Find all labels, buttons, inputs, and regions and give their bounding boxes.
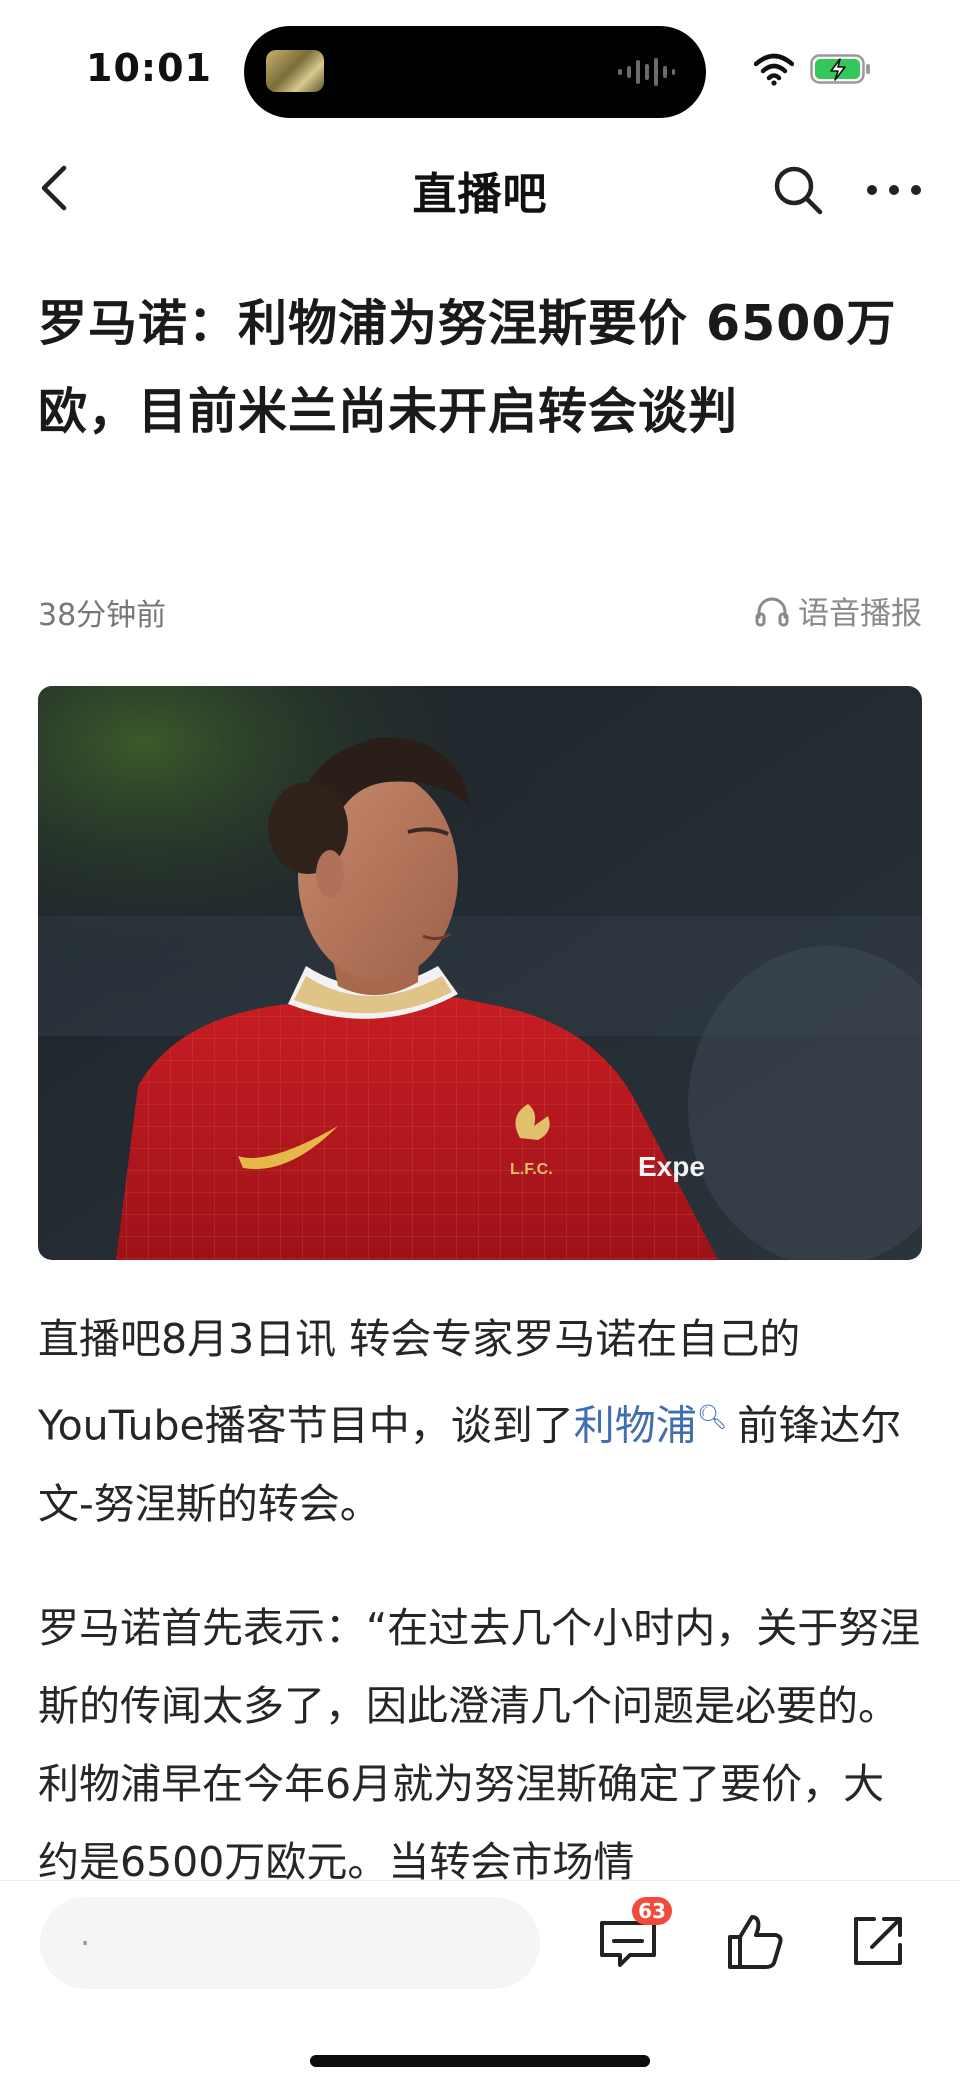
audio-broadcast-label: 语音播报 — [798, 596, 922, 632]
team-link-liverpool[interactable]: 利物浦 — [574, 1402, 697, 1450]
more-dots-icon[interactable] — [862, 162, 926, 218]
sponsor-text: Expe — [638, 1151, 705, 1182]
player-photo: L.F.C. Expe — [38, 686, 922, 1260]
article-paragraph-1: 直播吧8月3日讯 转会专家罗马诺在自己的YouTube播客节目中，谈到了利物浦🔍… — [38, 1300, 922, 1543]
battery-charging-icon — [810, 54, 870, 84]
headphones-icon — [755, 597, 789, 626]
search-mini-icon[interactable]: 🔍︎ — [697, 1403, 727, 1431]
search-icon[interactable] — [770, 162, 826, 218]
now-playing-thumbnail — [266, 50, 324, 92]
article-title: 罗马诺：利物浦为努涅斯要价 6500万欧，目前米兰尚未开启转会谈判 — [38, 295, 897, 440]
dynamic-island — [244, 26, 706, 118]
audio-wave-icon — [618, 58, 675, 86]
comment-count-badge: 63 — [632, 1897, 672, 1925]
share-icon[interactable] — [848, 1911, 908, 1971]
nav-bar: 直播吧 — [0, 140, 960, 236]
article-hero-image: L.F.C. Expe — [38, 686, 922, 1260]
home-indicator — [310, 2055, 650, 2067]
svg-text:L.F.C.: L.F.C. — [510, 1161, 553, 1178]
wifi-icon — [754, 53, 794, 86]
article-paragraph-2: 罗马诺首先表示：“在过去几个小时内，关于努涅斯的传闻太多了，因此澄清几个问题是必… — [38, 1603, 921, 1886]
article-body: 直播吧8月3日讯 转会专家罗马诺在自己的YouTube播客节目中，谈到了利物浦🔍… — [38, 1300, 922, 1947]
article-meta: 38分钟前 语音播报 — [38, 584, 922, 634]
status-time: 10:01 — [86, 46, 212, 90]
bottom-action-bar: · 63 — [0, 1880, 960, 2082]
publish-time: 38分钟前 — [38, 598, 167, 633]
comment-input[interactable]: · — [40, 1897, 540, 1989]
thumbs-up-icon[interactable] — [722, 1909, 786, 1973]
status-bar: 10:01 — [0, 0, 960, 140]
audio-broadcast-button[interactable]: 语音播报 — [754, 588, 922, 633]
